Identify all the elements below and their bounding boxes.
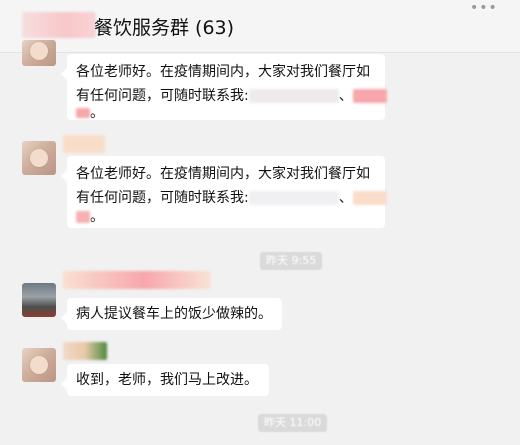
message-bubble[interactable]: 收到，老师，我们马上改进。 — [61, 364, 269, 396]
message-text-line: 各位老师好。在疫情期间内，大家对我们餐厅如 — [76, 64, 370, 80]
avatar[interactable] — [22, 348, 56, 382]
message-bubble[interactable]: 各位老师好。在疫情期间内，大家对我们餐厅如 有任何问题，可随时联系我:、 。 — [61, 54, 387, 120]
message-text-line: 。 — [76, 106, 104, 120]
avatar[interactable] — [22, 40, 56, 66]
message-text: 收到，老师，我们马上改进。 — [76, 372, 258, 388]
redacted-sender-name — [63, 135, 105, 153]
timestamp: 昨天 11:00 — [258, 414, 328, 432]
message-bubble[interactable]: 各位老师好。在疫情期间内，大家对我们餐厅如 有任何问题，可随时联系我:、 。 — [61, 156, 387, 228]
message-text-line: 。 — [76, 210, 104, 224]
chat-title: 餐饮服务群 (63) — [94, 17, 235, 39]
redacted-title-prefix — [22, 12, 96, 38]
redacted-sender-name — [63, 342, 107, 360]
avatar[interactable] — [22, 141, 56, 175]
avatar[interactable] — [22, 283, 56, 317]
timestamp: 昨天 9:55 — [260, 252, 323, 270]
message-text-line: 有任何问题，可随时联系我:、 — [76, 84, 387, 108]
message-text-line: 有任何问题，可随时联系我:、 — [76, 186, 387, 210]
chat-header: 餐饮服务群 (63) ••• — [0, 0, 520, 53]
message-bubble[interactable]: 病人提议餐车上的饭少做辣的。 — [61, 298, 282, 330]
more-options-icon[interactable]: ••• — [470, 0, 498, 16]
message-text: 病人提议餐车上的饭少做辣的。 — [76, 306, 272, 322]
redacted-sender-name — [63, 271, 211, 289]
message-text-line: 各位老师好。在疫情期间内，大家对我们餐厅如 — [76, 166, 370, 182]
